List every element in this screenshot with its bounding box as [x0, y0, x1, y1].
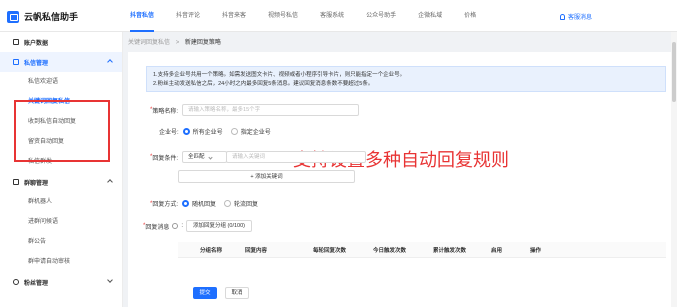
radio-off-icon — [224, 200, 232, 207]
breadcrumb-parent[interactable]: 关键词回复私信 — [128, 40, 170, 46]
sidebar-item-welcome[interactable]: 私信欢迎语 — [0, 72, 122, 92]
sidebar-group-fans[interactable]: 粉丝管理 — [0, 272, 122, 292]
sidebar-item-auto-approve[interactable]: 群申请自动审核 — [0, 252, 122, 272]
sidebar: 账户数据 私信管理 私信欢迎语 关键词回复私信 收到私信自动回复 留资自动回复 … — [0, 32, 123, 307]
tip-line-2: 2.粉丝主动发送私信之后，24小时之内最多回复5条消息。建议回复消息条数不要超过… — [153, 81, 374, 87]
sidebar-item-notice[interactable]: 群公告 — [0, 232, 122, 252]
bell-icon — [560, 13, 565, 20]
chevron-down-icon — [107, 277, 113, 283]
info-icon — [172, 223, 179, 229]
nav-price[interactable]: 价格 — [464, 0, 476, 32]
top-nav: 抖音私信 抖音评论 抖音来客 视频号私信 客服系统 公众号助手 企微私域 价格 — [130, 0, 498, 32]
app-title: 云帆私信助手 — [24, 12, 79, 22]
reply-table-header: 分组名称 回复内容 每轮回复次数 今日触发次数 累计触发次数 启用 操作 — [178, 242, 666, 258]
account-row: 企业号: 所有企业号 指定企业号 — [159, 127, 279, 136]
service-message-label: 客服消息 — [568, 15, 593, 21]
fans-icon — [13, 279, 19, 285]
chevron-up-icon — [107, 179, 113, 185]
sidebar-account-data[interactable]: 账户数据 — [0, 32, 122, 52]
tip-line-1: 1.支持多企业号共用一个策略。如需发送图文卡片、视频或者小程序引导卡片，则只能指… — [153, 72, 406, 78]
scrollbar-thumb[interactable] — [672, 42, 676, 102]
add-reply-group-button[interactable]: 添加回复分组 (0/100) — [186, 220, 252, 232]
app-logo[interactable]: 云帆私信助手 — [7, 10, 78, 23]
radio-specify-account[interactable]: 指定企业号 — [230, 127, 271, 136]
cancel-button[interactable]: 取消 — [225, 287, 249, 299]
message-row: * 回复消息 : 添加回复分组 (0/100) — [143, 220, 252, 232]
page-scrollbar[interactable] — [671, 32, 677, 307]
action-row: 提交 取消 — [193, 287, 249, 299]
main-content: 关键词回复私信 > 新建回复策略 1.支持多企业号共用一个策略。如需发送图文卡片… — [123, 32, 677, 307]
nav-service-system[interactable]: 客服系统 — [320, 0, 344, 32]
mode-label: 回复方式: — [152, 202, 179, 208]
colon: : — [181, 223, 184, 229]
form-panel: 1.支持多企业号共用一个策略。如需发送图文卡片、视频或者小程序引导卡片，则只能指… — [128, 52, 671, 307]
chat-icon — [13, 179, 19, 185]
radio-all-accounts[interactable]: 所有企业号 — [182, 127, 223, 136]
breadcrumb-separator: > — [175, 40, 180, 46]
sidebar-item-greeting[interactable]: 进群问候语 — [0, 212, 122, 232]
account-label: 企业号: — [159, 130, 179, 136]
strategy-name-input[interactable]: 请输入策略名称，最多15个字 — [182, 104, 360, 116]
name-label: 策略名称: — [152, 108, 179, 115]
col-reply-content: 回复内容 — [245, 247, 268, 254]
message-label: 回复消息 — [145, 224, 170, 231]
condition-row: * 回复条件: 全匹配 请输入关键词 — [150, 151, 367, 163]
add-keyword-button[interactable]: + 添加关键词 — [178, 170, 355, 183]
col-total-count: 累计触发次数 — [433, 247, 467, 254]
radio-random-reply[interactable]: 随机回复 — [182, 199, 216, 208]
col-per-round: 每轮回复次数 — [313, 247, 347, 254]
nav-douyin-laike[interactable]: 抖音来客 — [222, 0, 246, 32]
name-row: * 策略名称: 请输入策略名称，最多15个字 — [150, 104, 360, 116]
message-icon — [13, 59, 19, 65]
breadcrumb-current: 新建回复策略 — [184, 40, 221, 46]
chevron-up-icon — [107, 59, 113, 65]
col-today-count: 今日触发次数 — [373, 247, 407, 254]
nav-douyin-comment[interactable]: 抖音评论 — [176, 0, 200, 32]
condition-label: 回复条件: — [152, 155, 179, 162]
highlight-box — [14, 100, 110, 162]
keyword-input[interactable]: 请输入关键词 — [226, 151, 367, 163]
col-group-name: 分组名称 — [200, 247, 223, 254]
app-logo-icon — [7, 10, 19, 23]
chevron-down-icon — [207, 154, 213, 160]
radio-off-icon — [230, 128, 238, 135]
top-bar: 云帆私信助手 抖音私信 抖音评论 抖音来客 视频号私信 客服系统 公众号助手 企… — [0, 0, 677, 32]
radio-on-icon — [182, 128, 190, 135]
col-enabled: 启用 — [491, 247, 503, 254]
radio-all-accounts-label: 所有企业号 — [192, 130, 223, 136]
radio-random-reply-label: 随机回复 — [192, 202, 217, 208]
col-actions: 操作 — [530, 247, 542, 254]
service-message-link[interactable]: 客服消息 — [560, 12, 592, 21]
sidebar-group-messages[interactable]: 私信管理 — [0, 52, 122, 72]
breadcrumb: 关键词回复私信 > 新建回复策略 — [128, 37, 221, 46]
sidebar-group-messages-label: 私信管理 — [24, 60, 49, 67]
sidebar-item-bot[interactable]: 群机器人 — [0, 192, 122, 212]
nav-douyin-dm[interactable]: 抖音私信 — [130, 0, 155, 32]
radio-on-icon — [182, 200, 190, 207]
tip-box: 1.支持多企业号共用一个策略。如需发送图文卡片、视频或者小程序引导卡片，则只能指… — [146, 66, 666, 92]
nav-channels-dm[interactable]: 视频号私信 — [268, 0, 298, 32]
sidebar-account-data-label: 账户数据 — [24, 40, 49, 47]
nav-wecom[interactable]: 企微私域 — [418, 0, 442, 32]
mode-row: * 回复方式: 随机回复 轮流回复 — [150, 199, 266, 208]
radio-specify-account-label: 指定企业号 — [240, 130, 271, 136]
radio-loop-reply-label: 轮流回复 — [234, 202, 259, 208]
grid-icon — [13, 39, 19, 45]
sidebar-group-chats-label: 群聊管理 — [24, 180, 49, 187]
sidebar-group-chats[interactable]: 群聊管理 — [0, 172, 122, 192]
submit-button[interactable]: 提交 — [193, 287, 217, 299]
sidebar-group-fans-label: 粉丝管理 — [24, 280, 49, 287]
radio-loop-reply[interactable]: 轮流回复 — [224, 199, 258, 208]
match-type-select[interactable]: 全匹配 — [182, 151, 228, 163]
nav-official-account[interactable]: 公众号助手 — [366, 0, 396, 32]
match-type-value: 全匹配 — [188, 153, 205, 160]
